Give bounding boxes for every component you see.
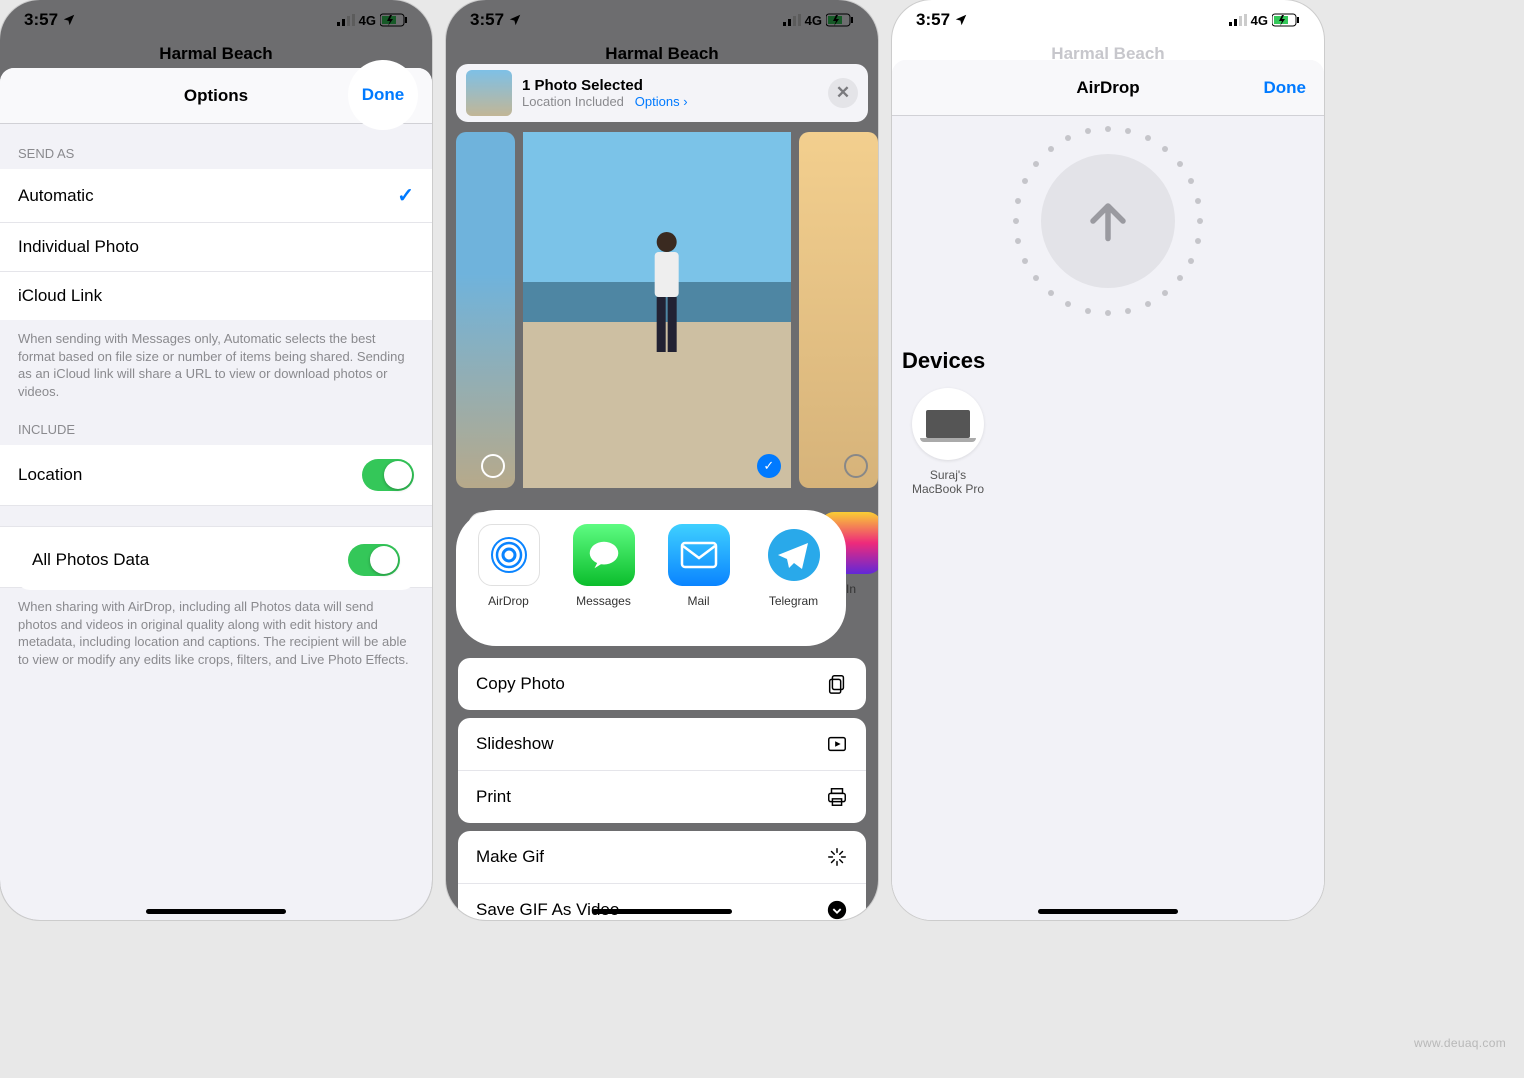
location-arrow-icon xyxy=(508,13,522,27)
screenshot-airdrop: 3:57 4G Harmal Beach AirDrop Done D xyxy=(892,0,1324,920)
photo-thumbnail[interactable] xyxy=(456,132,515,488)
status-network: 4G xyxy=(359,13,376,28)
location-toggle[interactable] xyxy=(362,459,414,491)
watermark: www.deuaq.com xyxy=(1414,1036,1506,1050)
selection-badge[interactable] xyxy=(844,454,868,478)
highlight-done: Done xyxy=(348,60,418,130)
all-photos-footer: When sharing with AirDrop, including all… xyxy=(0,588,432,728)
copy-icon xyxy=(826,673,848,695)
screenshot-options: 3:57 4G Harmal Beach Options Done SEND A… xyxy=(0,0,432,920)
battery-charging-icon xyxy=(826,13,854,27)
action-save-gif-video[interactable]: Save GIF As Video xyxy=(458,884,866,920)
action-print[interactable]: Print xyxy=(458,771,866,823)
status-time: 3:57 xyxy=(24,10,58,30)
row-label: iCloud Link xyxy=(18,286,102,306)
highlight-all-photos-row: All Photos Data xyxy=(16,530,416,590)
share-header: 1 Photo Selected Location Included Optio… xyxy=(456,64,868,122)
battery-charging-icon xyxy=(380,13,408,27)
macbook-icon xyxy=(926,410,970,438)
share-options-link[interactable]: Options › xyxy=(635,94,688,109)
home-indicator[interactable] xyxy=(146,909,286,914)
airdrop-sheet: AirDrop Done Devices Suraj's MacBook Pro xyxy=(892,60,1324,920)
location-arrow-icon xyxy=(62,13,76,27)
home-indicator[interactable] xyxy=(592,909,732,914)
chevron-down-circle-icon xyxy=(826,899,848,920)
home-indicator[interactable] xyxy=(1038,909,1178,914)
action-copy-photo[interactable]: Copy Photo xyxy=(458,658,866,710)
action-make-gif[interactable]: Make Gif xyxy=(458,831,866,884)
signal-icon xyxy=(783,14,801,26)
status-network: 4G xyxy=(1251,13,1268,28)
location-arrow-icon xyxy=(954,13,968,27)
row-label: Location xyxy=(18,465,82,485)
share-subtitle: Location Included xyxy=(522,94,624,109)
row-label: Individual Photo xyxy=(18,237,139,257)
screenshot-share-sheet: 3:57 4G Harmal Beach 1 Photo Selected Lo… xyxy=(446,0,878,920)
done-button[interactable]: Done xyxy=(1264,78,1307,98)
device-name-line2: MacBook Pro xyxy=(902,482,994,496)
include-location[interactable]: Location xyxy=(0,445,432,506)
status-bar: 3:57 4G xyxy=(446,0,878,40)
send-as-footer: When sending with Messages only, Automat… xyxy=(0,320,432,400)
airdrop-scanning xyxy=(892,116,1324,340)
photo-thumbnail[interactable] xyxy=(799,132,878,488)
close-button[interactable]: ✕ xyxy=(828,78,858,108)
device-avatar xyxy=(912,388,984,460)
share-thumbnail xyxy=(466,70,512,116)
status-network: 4G xyxy=(805,13,822,28)
status-time: 3:57 xyxy=(470,10,504,30)
airdrop-device[interactable]: Suraj's MacBook Pro xyxy=(902,388,994,496)
sparkle-icon xyxy=(826,846,848,868)
option-automatic[interactable]: Automatic ✓ xyxy=(0,169,432,223)
selection-badge[interactable] xyxy=(481,454,505,478)
share-title: 1 Photo Selected xyxy=(522,77,818,94)
signal-icon xyxy=(337,14,355,26)
options-sheet: Options Done SEND AS Automatic ✓ Individ… xyxy=(0,68,432,920)
signal-icon xyxy=(1229,14,1247,26)
status-time: 3:57 xyxy=(916,10,950,30)
battery-charging-icon xyxy=(1272,13,1300,27)
photo-preview-strip[interactable]: ✓ xyxy=(456,132,878,488)
row-label: Automatic xyxy=(18,186,94,206)
status-bar: 3:57 4G xyxy=(892,0,1324,40)
action-slideshow[interactable]: Slideshow xyxy=(458,718,866,771)
status-bar: 3:57 4G xyxy=(0,0,432,40)
sheet-title: AirDrop xyxy=(1076,78,1139,98)
highlight-app-row: AirDrop Messages Mail Telegram xyxy=(456,510,846,646)
devices-heading: Devices xyxy=(902,348,1314,374)
photo-thumbnail-selected[interactable]: ✓ xyxy=(523,132,790,488)
play-rect-icon xyxy=(826,733,848,755)
section-send-as: SEND AS xyxy=(0,124,432,169)
upload-arrow-icon xyxy=(1078,191,1138,251)
section-include: INCLUDE xyxy=(0,400,432,445)
option-individual-photo[interactable]: Individual Photo xyxy=(0,223,432,272)
checkmark-icon: ✓ xyxy=(397,183,414,208)
action-list: Copy Photo Slideshow Print Make Gif xyxy=(446,650,878,920)
device-name-line1: Suraj's xyxy=(902,468,994,482)
selection-badge-checked[interactable]: ✓ xyxy=(757,454,781,478)
printer-icon xyxy=(826,786,848,808)
sheet-title: Options xyxy=(184,86,248,106)
option-icloud-link[interactable]: iCloud Link xyxy=(0,272,432,320)
